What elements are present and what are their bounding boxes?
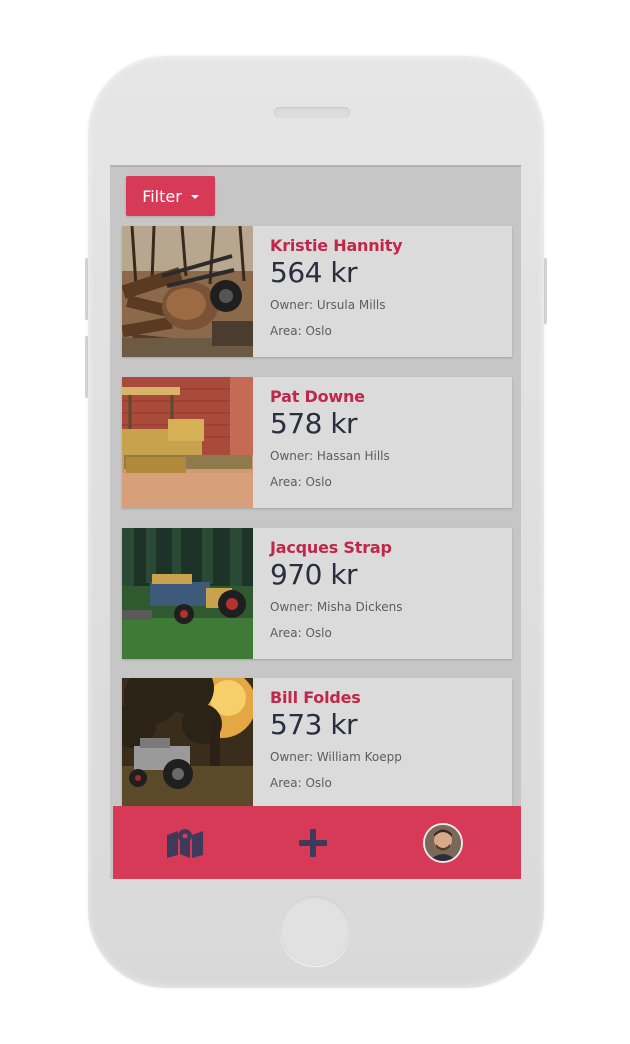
listing-price: 573 kr	[270, 708, 358, 741]
phone-speaker	[274, 107, 350, 118]
listing-owner: Owner: Hassan Hills	[270, 449, 390, 463]
listing-title: Kristie Hannity	[270, 236, 403, 255]
device-mockup: Filter Kristie Hannity 564 kr Owner: Urs…	[0, 0, 630, 1044]
listing-title: Bill Foldes	[270, 688, 361, 707]
listing-price: 578 kr	[270, 407, 358, 440]
plus-icon	[299, 828, 327, 857]
listing-title: Jacques Strap	[270, 538, 392, 557]
nav-profile-button[interactable]	[413, 806, 473, 879]
listing-owner: Owner: Ursula Mills	[270, 298, 386, 312]
listing-info: Jacques Strap 970 kr Owner: Misha Dicken…	[253, 528, 512, 659]
listing-card[interactable]: Pat Downe 578 kr Owner: Hassan Hills Are…	[122, 377, 512, 508]
listing-card[interactable]: Jacques Strap 970 kr Owner: Misha Dicken…	[122, 528, 512, 659]
listing-owner: Owner: Misha Dickens	[270, 600, 403, 614]
phone-home-button[interactable]	[280, 896, 350, 966]
listing-price: 970 kr	[270, 558, 358, 591]
avatar	[423, 822, 463, 863]
listing-owner: Owner: William Koepp	[270, 750, 402, 764]
listing-area: Area: Oslo	[270, 626, 332, 640]
nav-map-button[interactable]	[155, 806, 215, 879]
listing-price: 564 kr	[270, 256, 358, 289]
listing-area: Area: Oslo	[270, 324, 332, 338]
listing-title: Pat Downe	[270, 387, 365, 406]
bulldozer-photo	[122, 377, 253, 508]
bottom-navigation	[113, 806, 521, 879]
listing-area: Area: Oslo	[270, 776, 332, 790]
listing-area: Area: Oslo	[270, 475, 332, 489]
wheelbarrow-scrap-photo	[122, 226, 253, 357]
tractor-under-tree-photo	[122, 678, 253, 809]
map-icon	[167, 828, 203, 858]
listing-info: Bill Foldes 573 kr Owner: William Koepp …	[253, 678, 512, 809]
tractor-grass-photo	[122, 528, 253, 659]
nav-add-button[interactable]	[283, 806, 343, 879]
listing-card[interactable]: Bill Foldes 573 kr Owner: William Koepp …	[122, 678, 512, 809]
listing-info: Kristie Hannity 564 kr Owner: Ursula Mil…	[253, 226, 512, 357]
listing-info: Pat Downe 578 kr Owner: Hassan Hills Are…	[253, 377, 512, 508]
listing-card[interactable]: Kristie Hannity 564 kr Owner: Ursula Mil…	[122, 226, 512, 357]
app-screen: Filter Kristie Hannity 564 kr Owner: Urs…	[110, 165, 521, 879]
listing-list: Kristie Hannity 564 kr Owner: Ursula Mil…	[110, 165, 521, 809]
